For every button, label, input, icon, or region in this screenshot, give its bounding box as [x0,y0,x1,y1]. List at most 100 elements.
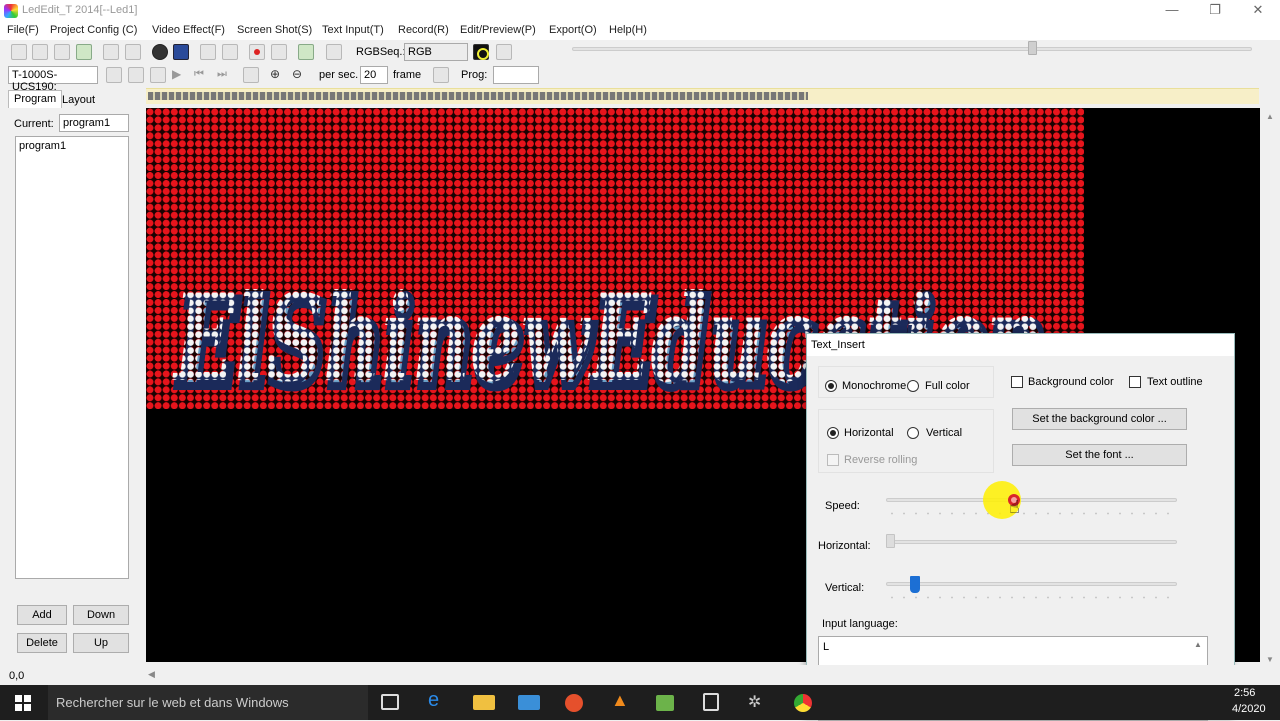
speed-ticks [886,512,1177,515]
settings-icon[interactable] [54,44,70,60]
per-sec-label: per sec. [319,69,359,81]
paste-icon[interactable] [125,44,141,60]
rgbseq-select[interactable]: RGB [404,43,468,61]
menu-text-input[interactable]: Text Input(T) [322,24,384,36]
circle-target-icon[interactable] [473,44,489,60]
scroll-left-icon[interactable]: ◀ [148,669,155,680]
calculator-icon[interactable] [703,693,719,711]
stop-square-icon[interactable] [243,67,259,83]
prog-input[interactable] [493,66,539,84]
delete-button[interactable]: Delete [17,633,67,653]
play-icon[interactable]: ▶ [172,67,188,83]
stop-record-icon[interactable] [271,44,287,60]
taskbar: Rechercher sur le web et dans Windows e … [0,685,1280,720]
main-toolbar: RGBSeq.: RGB [0,41,1280,63]
current-label: Current: [14,118,54,130]
minimize-button[interactable]: — [1149,0,1195,22]
grid-icon[interactable] [496,44,512,60]
chrome-icon[interactable] [794,694,812,712]
list-item[interactable]: program1 [16,137,128,155]
tab-layout[interactable]: Layout [57,92,100,110]
current-program-input[interactable]: program1 [59,114,129,132]
zoom-out-icon[interactable]: ⊖ [292,67,308,83]
vertical-slider[interactable] [886,582,1177,586]
horizontal-slider-thumb[interactable] [886,534,895,548]
firefox-icon[interactable] [565,694,583,712]
image-icon[interactable] [200,44,216,60]
controller-select[interactable]: T-1000S-UCS190: [8,66,98,93]
file-explorer-icon[interactable] [473,695,495,710]
tab-program[interactable]: Program [8,90,63,108]
speed-slider[interactable] [886,498,1177,502]
menu-edit-preview[interactable]: Edit/Preview(P) [460,24,536,36]
copy-icon[interactable] [103,44,119,60]
screen-shot-icon[interactable] [173,44,189,60]
vertical-scrollbar[interactable] [1262,108,1280,665]
full-color-radio[interactable] [907,380,919,392]
prog-label: Prog: [461,69,488,81]
open-file-icon[interactable] [32,44,48,60]
menu-video-effect[interactable]: Video Effect(F) [152,24,225,36]
app-spider-icon[interactable]: ✲ [748,692,770,712]
scroll-up-arrow-icon[interactable]: ▲ [1266,112,1274,121]
scroll-up-icon[interactable]: ▲ [1194,640,1202,649]
close-button[interactable]: ✕ [1235,0,1280,22]
windows-start-icon[interactable] [15,695,31,711]
menu-help[interactable]: Help(H) [609,24,647,36]
monochrome-radio[interactable] [825,380,837,392]
save-icon[interactable] [76,44,92,60]
pause-icon[interactable] [150,67,166,83]
new-file-icon[interactable] [11,44,27,60]
record-icon[interactable] [249,44,265,60]
reverse-rolling-checkbox[interactable] [827,454,839,466]
notepad-icon[interactable] [656,695,674,711]
menu-record[interactable]: Record(R) [398,24,449,36]
edge-icon[interactable]: e [428,689,450,711]
horizontal-radio[interactable] [827,427,839,439]
next-icon[interactable]: ⏭ [217,67,233,83]
set-background-color-button[interactable]: Set the background color ... [1012,408,1187,430]
horizontal-position-label: Horizontal: [818,540,871,552]
menu-export[interactable]: Export(O) [549,24,597,36]
vertical-radio[interactable] [907,427,919,439]
down-button[interactable]: Down [73,605,129,625]
menu-bar: File(F) Project Config (C) Video Effect(… [0,22,1280,40]
timeline-slider-thumb[interactable] [1028,41,1037,55]
vertical-position-label: Vertical: [825,582,865,594]
first-frame-icon[interactable] [106,67,122,83]
set-font-button[interactable]: Set the font ... [1012,444,1187,466]
progress-fill [148,92,808,100]
restore-button[interactable]: ❐ [1192,0,1238,22]
zoom-in-icon[interactable]: ⊕ [270,67,286,83]
menu-file[interactable]: File(F) [7,24,39,36]
task-view-icon[interactable] [381,694,399,710]
text-outline-checkbox[interactable] [1129,376,1141,388]
horizontal-slider[interactable] [886,540,1177,544]
title-bar: LedEdit_T 2014[--Led1] — ❐ ✕ [0,0,1280,22]
search-box[interactable]: Rechercher sur le web et dans Windows [48,685,368,720]
frame-label: frame [393,69,422,81]
edit-icon[interactable] [326,44,342,60]
menu-screen-shot[interactable]: Screen Shot(S) [237,24,312,36]
menu-project-config[interactable]: Project Config (C) [50,24,137,36]
timeline-slider[interactable] [572,47,1252,51]
clock-date: 4/2020 [1232,703,1266,715]
vertical-slider-thumb[interactable] [910,576,921,593]
background-color-label: Background color [1028,376,1114,388]
per-sec-input[interactable]: 20 [360,66,388,84]
stop-icon[interactable] [128,67,144,83]
background-color-checkbox[interactable] [1011,376,1023,388]
up-button[interactable]: Up [73,633,129,653]
status-bar: 0,0 ◀ [0,665,1280,685]
playback-toolbar: T-1000S-UCS190: ▶ ⏮ ⏭ ⊕ ⊖ per sec. 20 fr… [0,64,1280,93]
export-icon[interactable] [298,44,314,60]
photo-icon[interactable] [222,44,238,60]
scroll-down-arrow-icon[interactable]: ▼ [1266,655,1274,664]
video-effect-icon[interactable] [152,44,168,60]
store-icon[interactable] [518,695,540,710]
previous-icon[interactable]: ⏮ [194,67,210,83]
vlc-icon[interactable]: ▲ [611,690,633,710]
monochrome-label: Monochrome [842,380,907,392]
add-button[interactable]: Add [17,605,67,625]
refresh-icon[interactable] [433,67,449,83]
